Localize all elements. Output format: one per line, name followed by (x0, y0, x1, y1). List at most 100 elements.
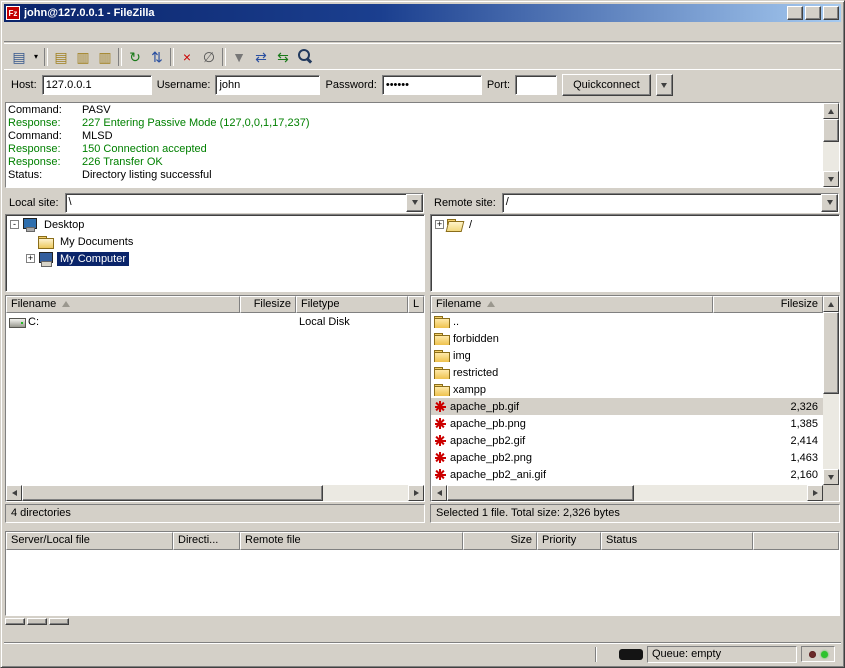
file-row[interactable]: apache_pb2.png 1,463 (431, 449, 823, 466)
app-icon[interactable]: Fz (6, 6, 20, 20)
scrollbar-track[interactable] (447, 485, 807, 501)
log-line-text: MLSD (82, 130, 113, 143)
maximize-button[interactable] (805, 6, 821, 20)
local-site-dropdown-button[interactable] (406, 194, 423, 212)
file-row[interactable]: apache_pb.png 1,385 (431, 415, 823, 432)
remote-horizontal-scrollbar[interactable] (431, 485, 823, 501)
log-vertical-scrollbar[interactable] (823, 103, 839, 187)
column-size[interactable]: Size (463, 532, 537, 550)
file-name: apache_pb2.png (450, 452, 532, 464)
cancel-icon[interactable]: × (176, 46, 198, 68)
chevron-down-icon (661, 83, 667, 88)
scrollbar-thumb[interactable] (823, 312, 839, 394)
column-priority[interactable]: Priority (537, 532, 601, 550)
scroll-up-button[interactable] (823, 103, 839, 119)
menu-edit[interactable] (20, 29, 36, 35)
column-server-local-file[interactable]: Server/Local file (6, 532, 173, 550)
site-manager-icon[interactable]: ▤ (8, 46, 30, 68)
file-row[interactable]: xampp (431, 381, 823, 398)
scrollbar-thumb[interactable] (823, 119, 839, 142)
tree-item-label: Desktop (41, 218, 87, 232)
file-row[interactable]: apache_pb.gif 2,326 (431, 398, 823, 415)
menu-view[interactable] (36, 29, 52, 35)
tree-item-root[interactable]: + / (431, 216, 839, 233)
scrollbar-thumb[interactable] (447, 485, 634, 501)
scrollbar-track[interactable] (22, 485, 408, 501)
column-filler[interactable] (753, 532, 839, 550)
username-input[interactable] (215, 75, 320, 95)
column-filename[interactable]: Filename (431, 296, 713, 313)
file-row[interactable]: .. (431, 313, 823, 330)
scroll-left-button[interactable] (6, 485, 22, 501)
password-input[interactable] (382, 75, 482, 95)
menu-bookmarks[interactable] (84, 29, 100, 35)
speed-limit-indicator-icon[interactable] (619, 649, 643, 660)
file-name: restricted (453, 367, 498, 379)
column-filesize[interactable]: Filesize (240, 296, 296, 313)
file-row[interactable]: forbidden (431, 330, 823, 347)
toggle-local-tree-icon[interactable]: ▥ (72, 46, 94, 68)
disconnect-icon[interactable]: ∅ (198, 46, 220, 68)
toggle-message-log-icon[interactable]: ▤ (50, 46, 72, 68)
remote-site-value[interactable]: / (503, 194, 821, 212)
close-button[interactable] (823, 6, 839, 20)
process-queue-icon[interactable]: ⇅ (146, 46, 168, 68)
quickconnect-button[interactable]: Quickconnect (562, 74, 651, 96)
file-row[interactable]: apache_pb2.gif 2,414 (431, 432, 823, 449)
toggle-remote-tree-icon[interactable]: ▥ (94, 46, 116, 68)
scrollbar-track[interactable] (823, 312, 839, 469)
local-site-combobox[interactable]: \ (65, 193, 424, 213)
tree-expander[interactable]: + (26, 254, 35, 263)
remote-site-dropdown-button[interactable] (821, 194, 838, 212)
local-horizontal-scrollbar[interactable] (6, 485, 424, 501)
tree-expander[interactable]: + (435, 220, 444, 229)
sync-browse-icon[interactable]: ⇆ (272, 46, 294, 68)
tab-failed-transfers[interactable] (27, 618, 47, 625)
tab-successful-transfers[interactable] (49, 618, 69, 625)
menu-transfer[interactable] (52, 29, 68, 35)
scroll-right-button[interactable] (807, 485, 823, 501)
host-input[interactable] (42, 75, 152, 95)
file-row[interactable]: restricted (431, 364, 823, 381)
scroll-left-button[interactable] (431, 485, 447, 501)
column-last-modified[interactable]: L (408, 296, 424, 313)
column-filesize[interactable]: Filesize (713, 296, 823, 313)
scrollbar-track[interactable] (823, 119, 839, 171)
scroll-down-button[interactable] (823, 171, 839, 187)
scroll-right-button[interactable] (408, 485, 424, 501)
menu-server[interactable] (68, 29, 84, 35)
remote-site-combobox[interactable]: / (502, 193, 839, 213)
tree-expander[interactable]: - (10, 220, 19, 229)
tab-queued-files[interactable] (5, 618, 25, 625)
column-filetype[interactable]: Filetype (296, 296, 408, 313)
local-site-value[interactable]: \ (66, 194, 406, 212)
column-direction[interactable]: Directi... (173, 532, 240, 550)
find-icon[interactable] (294, 46, 316, 68)
scroll-down-button[interactable] (823, 469, 839, 485)
message-log-lines: Command: PASV Response: 227 Entering Pas… (6, 103, 823, 187)
filter-icon[interactable]: ▼ (228, 46, 250, 68)
menu-help[interactable] (100, 29, 116, 35)
port-input[interactable] (515, 75, 557, 95)
scrollbar-thumb[interactable] (22, 485, 323, 501)
tree-item-my-computer[interactable]: + My Computer (6, 250, 424, 267)
refresh-icon[interactable]: ↻ (124, 46, 146, 68)
compare-icon[interactable]: ⇄ (250, 46, 272, 68)
file-row[interactable]: apache_pb2_ani.gif 2,160 (431, 466, 823, 483)
quickconnect-dropdown-button[interactable] (656, 74, 673, 96)
column-status[interactable]: Status (601, 532, 753, 550)
file-row[interactable]: img (431, 347, 823, 364)
scroll-up-button[interactable] (823, 296, 839, 312)
file-row[interactable]: C: Local Disk (6, 313, 424, 330)
remote-site-label: Remote site: (430, 197, 502, 209)
tree-item-desktop[interactable]: - Desktop (6, 216, 424, 233)
column-remote-file[interactable]: Remote file (240, 532, 463, 550)
remote-vertical-scrollbar[interactable] (823, 296, 839, 485)
menu-file[interactable] (4, 29, 20, 35)
column-filename[interactable]: Filename (6, 296, 240, 313)
transfer-type-indicator-icon[interactable] (601, 647, 615, 661)
minimize-button[interactable] (787, 6, 803, 20)
tree-item-my-documents[interactable]: My Documents (6, 233, 424, 250)
site-manager-dropdown-icon[interactable]: ▾ (30, 46, 42, 68)
sort-ascending-icon (487, 301, 495, 307)
